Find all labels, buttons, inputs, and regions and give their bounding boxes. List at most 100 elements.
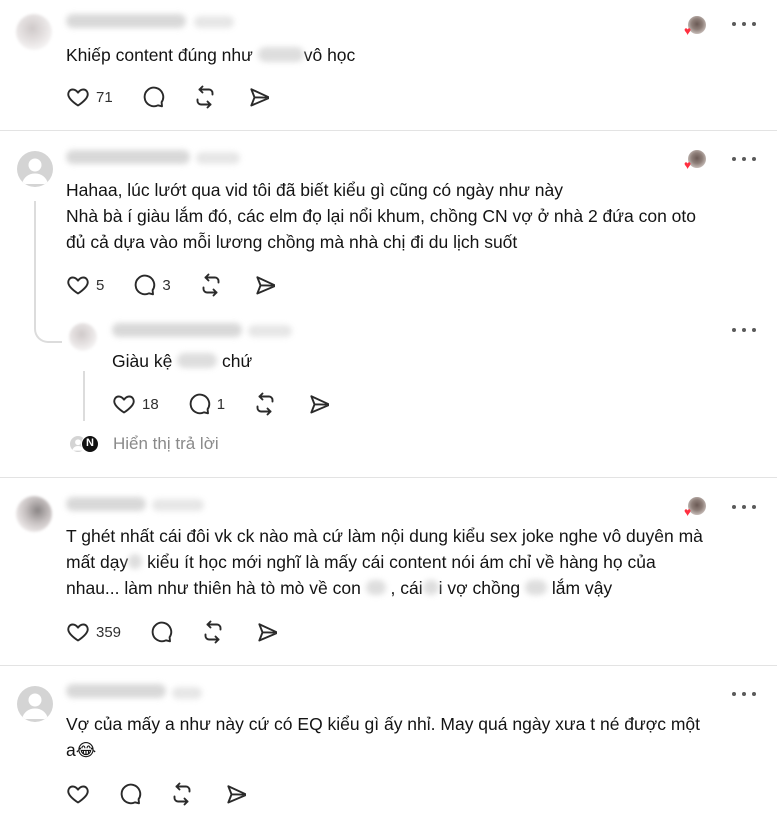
repost-icon — [201, 620, 225, 644]
share-icon — [253, 620, 277, 644]
comment-text: Khiếp content đúng như vô học — [66, 42, 355, 68]
repost-button[interactable] — [253, 392, 277, 416]
share-icon — [245, 85, 269, 109]
comment-line: Khiếp content đúng như vô học — [66, 45, 356, 65]
author-liked-badge: ♥ — [684, 16, 706, 38]
avatar[interactable] — [17, 686, 53, 722]
repost-button[interactable] — [201, 620, 225, 644]
censored-word — [257, 47, 304, 62]
author-liked-badge: ♥ — [684, 497, 706, 519]
censored-word — [525, 580, 548, 595]
comment-icon — [149, 620, 173, 644]
comment-icon — [118, 782, 142, 806]
reply-username[interactable] — [112, 323, 242, 337]
like-button[interactable]: 5 — [66, 273, 104, 297]
like-button[interactable]: 18 — [112, 392, 159, 416]
action-bar: 5 3 — [66, 272, 303, 298]
like-button[interactable]: 71 — [66, 85, 113, 109]
comment-1: ♥ Khiếp content đúng như vô học 71 — [0, 0, 777, 130]
more-icon[interactable] — [732, 502, 756, 512]
more-icon[interactable] — [732, 325, 756, 335]
timestamp — [152, 499, 204, 511]
timestamp — [194, 16, 234, 28]
heart-icon — [66, 85, 90, 109]
censored-word — [422, 580, 439, 595]
like-button[interactable] — [66, 782, 90, 806]
share-button[interactable] — [305, 392, 329, 416]
like-button[interactable]: 359 — [66, 620, 121, 644]
show-replies-label[interactable]: Hiển thị trả lời — [113, 434, 219, 454]
heart-badge-icon: ♥ — [684, 505, 692, 519]
repost-icon — [170, 782, 194, 806]
heart-icon — [66, 620, 90, 644]
reply-button[interactable] — [149, 620, 173, 644]
repost-icon — [253, 392, 277, 416]
repost-button[interactable] — [170, 782, 194, 806]
reply-avatar[interactable] — [69, 323, 97, 351]
default-avatar-icon — [17, 686, 53, 722]
share-icon — [222, 782, 246, 806]
share-icon — [251, 273, 275, 297]
username[interactable] — [66, 684, 166, 698]
reply-count: 3 — [162, 276, 171, 294]
share-icon — [305, 392, 329, 416]
show-replies-link[interactable]: N Hiển thị trả lời — [69, 434, 219, 454]
reply-button[interactable]: 1 — [187, 392, 225, 416]
timestamp — [196, 152, 240, 164]
thread-line — [34, 201, 62, 343]
share-button[interactable] — [253, 620, 277, 644]
heart-icon — [66, 273, 90, 297]
comment-icon — [132, 273, 156, 297]
like-count: 18 — [142, 395, 159, 413]
like-count: 5 — [96, 276, 105, 294]
more-icon[interactable] — [732, 689, 756, 699]
comment-text: T ghét nhất cái đôi vk ck nào mà cứ làm … — [66, 526, 703, 598]
username[interactable] — [66, 14, 186, 28]
share-button[interactable] — [251, 273, 275, 297]
repost-icon — [193, 85, 217, 109]
like-count: 359 — [96, 623, 122, 641]
reply-action-bar: 18 1 — [112, 391, 357, 417]
repost-button[interactable] — [199, 273, 223, 297]
censored-word — [365, 580, 386, 595]
avatar[interactable] — [16, 496, 52, 532]
heart-icon — [66, 782, 90, 806]
comment-text: Hahaa, lúc lướt qua vid tôi đã biết kiểu… — [66, 180, 697, 252]
reply-thread-line — [83, 371, 85, 421]
default-avatar-icon — [17, 151, 53, 187]
reply-avatars: N — [69, 434, 103, 454]
comment-4: Vợ của mấy a như này cứ có EQ kiểu gì ấy… — [0, 666, 777, 816]
heart-icon — [112, 392, 136, 416]
username[interactable] — [66, 150, 190, 164]
reply-button[interactable] — [118, 782, 142, 806]
reply-text: Giàu kệ chứ — [112, 351, 253, 371]
reply-avatar-mini: N — [81, 435, 99, 453]
comment-text: Vợ của mấy a như này cứ có EQ kiểu gì ấy… — [66, 714, 700, 760]
action-bar: 359 — [66, 619, 305, 645]
heart-badge-icon: ♥ — [684, 158, 692, 172]
username[interactable] — [66, 497, 146, 511]
comment-3: ♥ T ghét nhất cái đôi vk ck nào mà cứ là… — [0, 478, 777, 665]
like-count: 71 — [96, 88, 113, 106]
more-icon[interactable] — [732, 19, 756, 29]
avatar[interactable] — [16, 14, 52, 50]
action-bar — [66, 781, 274, 807]
reply-timestamp — [248, 325, 292, 337]
action-bar: 71 — [66, 84, 297, 110]
author-liked-badge: ♥ — [684, 150, 706, 172]
share-button[interactable] — [245, 85, 269, 109]
repost-button[interactable] — [193, 85, 217, 109]
share-button[interactable] — [222, 782, 246, 806]
timestamp — [172, 687, 202, 699]
heart-badge-icon: ♥ — [684, 24, 692, 38]
reply-count: 1 — [216, 395, 226, 413]
avatar[interactable] — [17, 151, 53, 187]
comment-icon — [141, 85, 165, 109]
comment-2: ♥ Hahaa, lúc lướt qua vid tôi đã biết ki… — [0, 131, 777, 477]
reply-button[interactable]: 3 — [132, 273, 171, 297]
censored-word — [128, 554, 143, 569]
comment-icon — [187, 392, 211, 416]
censored-word — [177, 353, 218, 368]
more-icon[interactable] — [732, 154, 756, 164]
reply-button[interactable] — [141, 85, 165, 109]
